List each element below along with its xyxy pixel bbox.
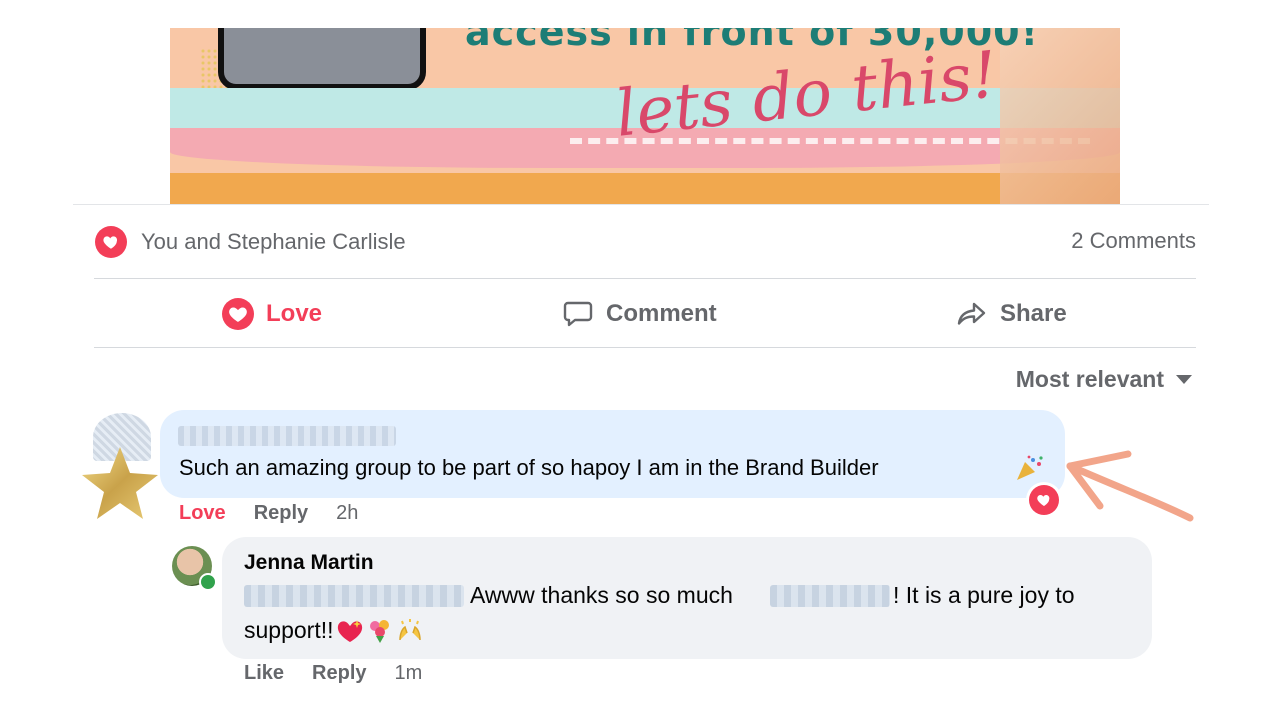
reply-text-line2: support!! bbox=[244, 617, 424, 644]
share-arrow-icon bbox=[956, 298, 988, 330]
reply-reply-link[interactable]: Reply bbox=[312, 662, 366, 685]
reaction-summary[interactable]: You and Stephanie Carlisle bbox=[95, 226, 406, 258]
bouquet-icon bbox=[369, 619, 389, 643]
sparkling-heart-icon bbox=[337, 619, 362, 642]
comment-label: Comment bbox=[606, 300, 717, 327]
heart-icon bbox=[1029, 485, 1059, 515]
heart-icon bbox=[222, 298, 254, 330]
caret-down-icon bbox=[1176, 375, 1192, 384]
comment-reply-link[interactable]: Reply bbox=[254, 502, 308, 525]
comment-text: Such an amazing group to be part of so h… bbox=[179, 455, 879, 480]
love-button[interactable]: Love bbox=[222, 292, 322, 336]
reply-like-link[interactable]: Like bbox=[244, 662, 284, 685]
annotation-arrow-icon bbox=[1066, 450, 1194, 522]
banner-brushstroke bbox=[1000, 28, 1120, 204]
reply-actions: Like Reply 1m bbox=[244, 662, 450, 685]
comment-actions: Love Reply 2h bbox=[179, 502, 386, 525]
blurred-mention bbox=[244, 585, 464, 607]
blurred-author-name bbox=[178, 426, 396, 446]
sort-label: Most relevant bbox=[1015, 366, 1164, 392]
comment-bubble[interactable] bbox=[160, 410, 1065, 498]
heart-icon bbox=[95, 226, 127, 258]
love-label: Love bbox=[266, 300, 323, 327]
banner-band bbox=[170, 173, 1120, 204]
reply-text-part1: Awww thanks so so much bbox=[470, 582, 733, 608]
party-popper-icon bbox=[1017, 455, 1043, 480]
divider bbox=[94, 278, 1196, 279]
reply-timestamp[interactable]: 1m bbox=[395, 662, 423, 685]
sort-dropdown[interactable]: Most relevant bbox=[1016, 366, 1192, 393]
post-image[interactable]: access in front of 30,000! lets do this! bbox=[170, 28, 1120, 204]
post-page: access in front of 30,000! lets do this!… bbox=[0, 0, 1280, 720]
comment-button[interactable]: Comment bbox=[562, 292, 717, 336]
blurred-name bbox=[770, 585, 890, 607]
divider bbox=[94, 347, 1196, 348]
share-button[interactable]: Share bbox=[956, 292, 1067, 336]
comment-love-link[interactable]: Love bbox=[179, 502, 226, 525]
share-label: Share bbox=[1000, 300, 1067, 327]
divider bbox=[73, 204, 1209, 205]
gold-star-sticker bbox=[82, 447, 158, 519]
raising-hands-icon bbox=[398, 618, 421, 640]
comment-reaction-badge[interactable] bbox=[1026, 482, 1062, 518]
comment-timestamp[interactable]: 2h bbox=[336, 502, 358, 525]
reply-text-part3: support!! bbox=[244, 617, 334, 643]
speech-bubble-icon bbox=[562, 298, 594, 330]
reply-text-part2: ! It is a pure joy to bbox=[893, 582, 1075, 608]
phone-graphic bbox=[218, 28, 426, 90]
comments-count-link[interactable]: 2 Comments bbox=[1071, 228, 1196, 254]
reaction-names: You and Stephanie Carlisle bbox=[141, 229, 406, 254]
online-status-dot bbox=[199, 573, 217, 591]
reply-author-name[interactable]: Jenna Martin bbox=[244, 551, 374, 575]
